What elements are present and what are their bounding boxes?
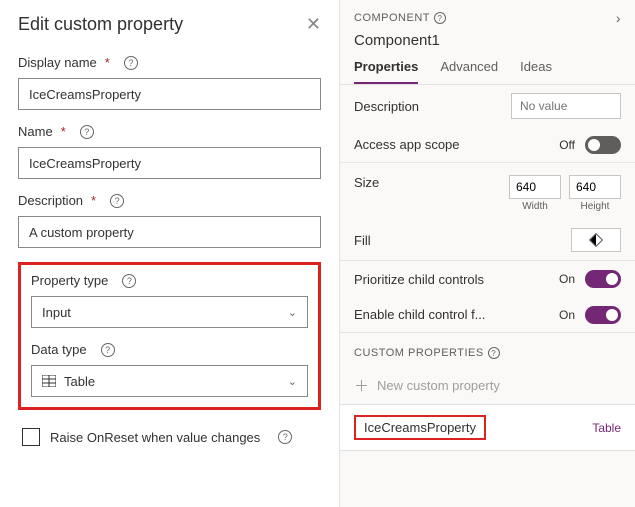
data-type-group: Data type ? Table ⌄ — [31, 342, 308, 397]
fill-swatch[interactable] — [571, 228, 621, 252]
description-label: Description — [18, 193, 83, 208]
prop-fill-label: Fill — [354, 233, 371, 248]
prioritize-toggle[interactable] — [585, 270, 621, 288]
property-type-value: Input — [42, 305, 71, 320]
width-label: Width — [522, 201, 548, 212]
chevron-right-icon[interactable]: › — [616, 10, 621, 26]
toggle-state-label: On — [559, 272, 575, 286]
name-group: Name * ? — [18, 124, 321, 179]
prop-description-row: Description — [340, 85, 635, 127]
custom-property-item[interactable]: IceCreamsProperty Table — [340, 404, 635, 451]
tabs: Properties Advanced Ideas — [340, 59, 635, 85]
help-icon[interactable]: ? — [122, 274, 136, 288]
component-label: COMPONENT — [354, 12, 430, 24]
help-icon[interactable]: ? — [110, 194, 124, 208]
edit-property-panel: Edit custom property ✕ Display name * ? … — [0, 0, 340, 507]
component-name: Component1 — [354, 32, 621, 49]
name-label: Name — [18, 124, 53, 139]
prop-enable-child-row: Enable child control f... On — [340, 297, 635, 333]
highlight-box: Property type ? Input ⌄ Data type ? Tabl… — [18, 262, 321, 410]
prop-size-row: Size Width Height — [340, 163, 635, 220]
onreset-checkbox[interactable] — [22, 428, 40, 446]
chevron-down-icon: ⌄ — [288, 375, 297, 388]
help-icon[interactable]: ? — [278, 430, 292, 444]
display-name-label: Display name — [18, 55, 97, 70]
prop-description-input[interactable] — [511, 93, 621, 119]
property-type-group: Property type ? Input ⌄ — [31, 273, 308, 328]
help-icon[interactable]: ? — [80, 125, 94, 139]
custom-property-name: IceCreamsProperty — [354, 415, 486, 440]
custom-properties-header: CUSTOM PROPERTIES ? — [340, 333, 635, 367]
data-type-value: Table — [64, 374, 95, 389]
tab-ideas[interactable]: Ideas — [520, 59, 552, 84]
prop-prioritize-label: Prioritize child controls — [354, 272, 484, 287]
prop-enable-child-label: Enable child control f... — [354, 307, 486, 322]
description-input[interactable] — [18, 216, 321, 248]
fill-icon — [589, 233, 603, 247]
height-label: Height — [581, 201, 610, 212]
onreset-checkbox-label: Raise OnReset when value changes — [50, 430, 260, 445]
display-name-input[interactable] — [18, 78, 321, 110]
new-custom-property-button[interactable]: ＋ New custom property — [340, 367, 635, 404]
tab-advanced[interactable]: Advanced — [440, 59, 498, 84]
data-type-select[interactable]: Table ⌄ — [31, 365, 308, 397]
prop-prioritize-row: Prioritize child controls On — [340, 261, 635, 297]
data-type-label: Data type — [31, 342, 87, 357]
prop-access-row: Access app scope Off — [340, 127, 635, 163]
prop-fill-row: Fill — [340, 220, 635, 261]
help-icon[interactable]: ? — [101, 343, 115, 357]
required-indicator: * — [61, 124, 66, 139]
property-type-select[interactable]: Input ⌄ — [31, 296, 308, 328]
help-icon[interactable]: ? — [434, 12, 446, 24]
enable-child-toggle[interactable] — [585, 306, 621, 324]
table-icon — [42, 375, 56, 387]
prop-size-label: Size — [354, 175, 379, 190]
tab-properties[interactable]: Properties — [354, 59, 418, 84]
panel-title: Edit custom property — [18, 14, 183, 35]
required-indicator: * — [105, 55, 110, 70]
help-icon[interactable]: ? — [124, 56, 138, 70]
custom-property-type: Table — [592, 421, 621, 435]
panel-header: Edit custom property ✕ — [18, 14, 321, 35]
required-indicator: * — [91, 193, 96, 208]
close-icon[interactable]: ✕ — [306, 14, 321, 35]
prop-description-label: Description — [354, 99, 419, 114]
width-input[interactable] — [509, 175, 561, 199]
access-toggle[interactable] — [585, 136, 621, 154]
prop-access-label: Access app scope — [354, 137, 460, 152]
property-type-label: Property type — [31, 273, 108, 288]
chevron-down-icon: ⌄ — [288, 306, 297, 319]
component-panel: COMPONENT ? › Component1 Properties Adva… — [340, 0, 635, 507]
display-name-group: Display name * ? — [18, 55, 321, 110]
plus-icon: ＋ — [354, 375, 369, 396]
name-input[interactable] — [18, 147, 321, 179]
onreset-checkbox-row[interactable]: Raise OnReset when value changes ? — [22, 428, 321, 446]
help-icon[interactable]: ? — [488, 347, 500, 359]
toggle-state-label: Off — [559, 138, 575, 152]
new-custom-property-label: New custom property — [377, 378, 500, 393]
toggle-state-label: On — [559, 308, 575, 322]
height-input[interactable] — [569, 175, 621, 199]
description-group: Description * ? — [18, 193, 321, 248]
